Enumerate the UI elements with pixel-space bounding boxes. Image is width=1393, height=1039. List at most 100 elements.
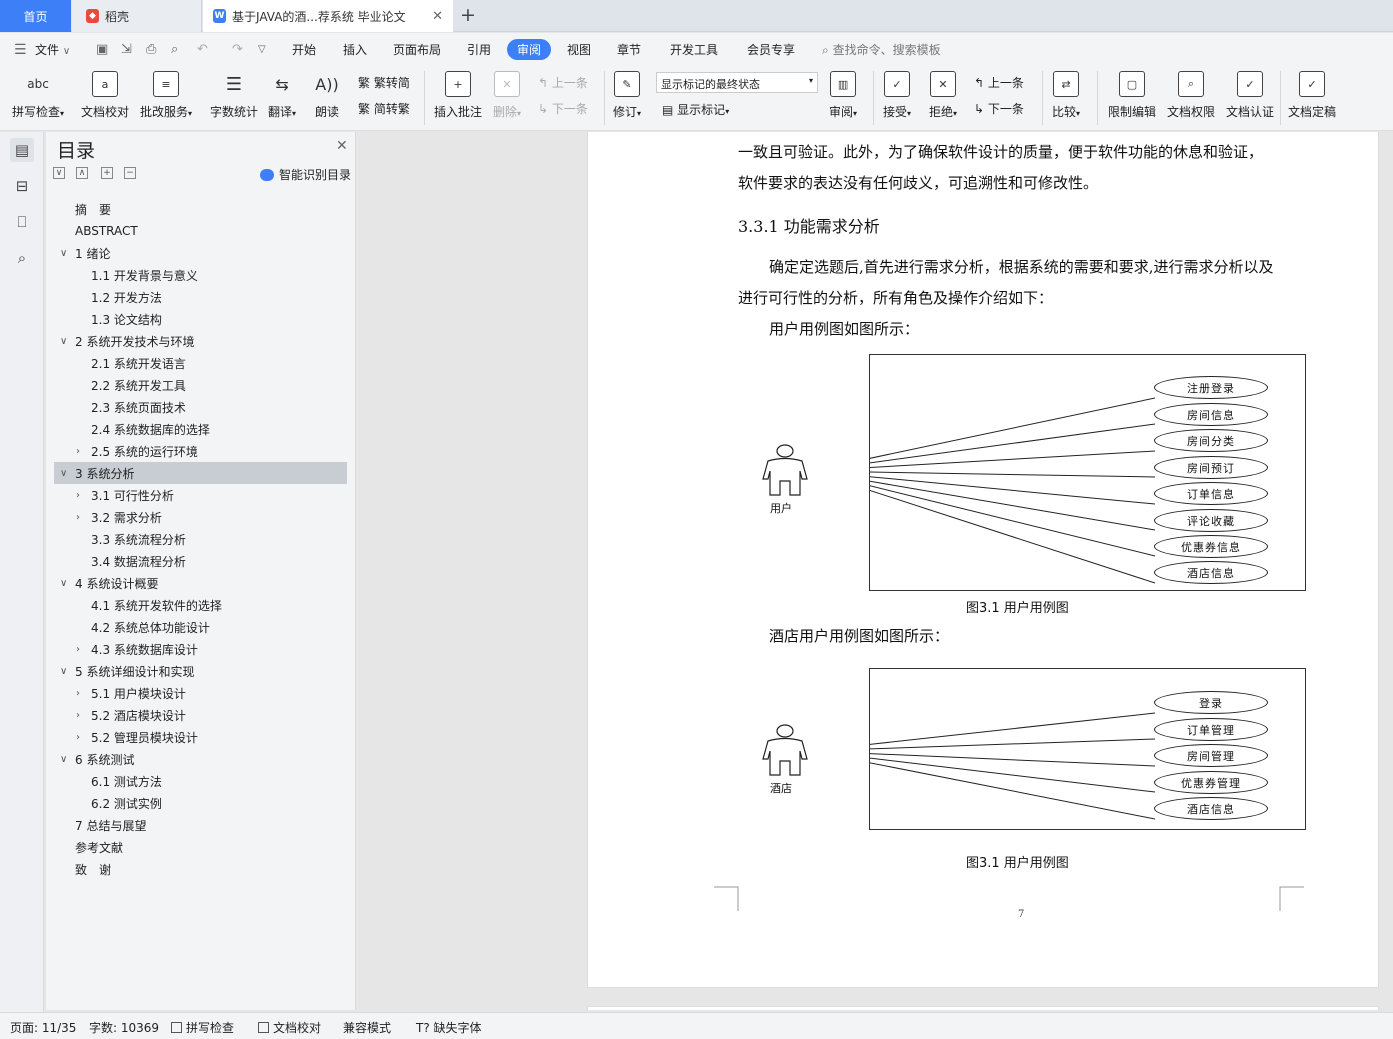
menu-section[interactable]: 章节 (617, 41, 641, 58)
toc-item[interactable]: 参考文献 (54, 836, 347, 858)
word-count-button[interactable]: ☰ 字数统计 (210, 71, 258, 120)
toc-item[interactable]: ∨ 5 系统详细设计和实现 (54, 660, 347, 682)
toc-item[interactable]: ABSTRACT (54, 220, 347, 242)
menu-insert[interactable]: 插入 (343, 41, 367, 58)
to-traditional-button[interactable]: 繁 繁转简 (358, 74, 410, 91)
menu-references[interactable]: 引用 (467, 41, 491, 58)
nav-pane-icon[interactable]: ⊟ (10, 174, 34, 198)
chevron-right-icon[interactable]: › (76, 644, 80, 655)
show-markup-button[interactable]: ▤ 显示标记▾ (662, 101, 729, 118)
toc-item[interactable]: 1.1 开发背景与意义 (54, 264, 347, 286)
chevron-right-icon[interactable]: › (76, 732, 80, 743)
batch-service-button[interactable]: ≡ 批改服务▾ (140, 71, 192, 120)
toc-item[interactable]: 摘 要 (54, 198, 347, 220)
menu-developer[interactable]: 开发工具 (670, 41, 718, 58)
toc-item[interactable]: ∨ 2 系统开发技术与环境 (54, 330, 347, 352)
doc-check-button[interactable]: a 文档校对 (81, 71, 129, 120)
menu-review[interactable]: 审阅 (507, 39, 552, 60)
chevron-down-icon[interactable]: ∨ (60, 754, 67, 765)
menu-page-layout[interactable]: 页面布局 (393, 41, 441, 58)
customize-icon[interactable]: ▽ (258, 44, 266, 55)
page-indicator[interactable]: 页面: 11/35 (10, 1019, 76, 1036)
redo-icon[interactable]: ↷ (232, 42, 243, 57)
toc-item[interactable]: 3.3 系统流程分析 (54, 528, 347, 550)
toc-item[interactable]: › 5.2 酒店模块设计 (54, 704, 347, 726)
print-preview-icon[interactable]: ⌕ (171, 42, 178, 57)
prev-change-button[interactable]: ↰ 上一条 (974, 74, 1024, 91)
status-doc-check[interactable]: 文档校对 (258, 1019, 321, 1036)
toc-panel-icon[interactable]: ▤ (10, 138, 34, 162)
next-change-button[interactable]: ↳ 下一条 (974, 100, 1024, 117)
accept-button[interactable]: ✓ 接受▾ (883, 71, 911, 120)
spellcheck-button[interactable]: abc 拼写检查▾ (12, 71, 64, 120)
print-icon[interactable]: ⎙ (146, 42, 156, 57)
translate-button[interactable]: ⇆ 翻译▾ (268, 71, 296, 120)
chevron-down-icon[interactable]: ∨ (60, 578, 67, 589)
add-tab-icon[interactable]: + (460, 4, 476, 26)
doc-finalize-button[interactable]: ✓ 文档定稿 (1288, 71, 1336, 120)
toc-item[interactable]: 2.4 系统数据库的选择 (54, 418, 347, 440)
toc-item[interactable]: › 5.2 管理员模块设计 (54, 726, 347, 748)
close-icon[interactable]: ✕ (432, 9, 443, 24)
command-search[interactable]: ⌕ 查找命令、搜索模板 (822, 41, 941, 58)
export-icon[interactable]: ⇲ (121, 42, 132, 57)
to-simplified-button[interactable]: 繁 简转繁 (358, 100, 410, 117)
hamburger-icon[interactable]: ☰ (14, 42, 27, 58)
tab-document[interactable]: W 基于JAVA的酒...荐系统 毕业论文 ✕ (203, 0, 453, 32)
toc-item[interactable]: ∨ 4 系统设计概要 (54, 572, 347, 594)
read-aloud-button[interactable]: A)) 朗读 (314, 71, 340, 120)
toc-item[interactable]: › 3.2 需求分析 (54, 506, 347, 528)
revise-button[interactable]: ✎ 修订▾ (613, 71, 641, 120)
toc-item[interactable]: 致 谢 (54, 858, 347, 880)
chevron-right-icon[interactable]: › (76, 490, 80, 501)
toc-item[interactable]: 6.2 测试实例 (54, 792, 347, 814)
reject-button[interactable]: ✕ 拒绝▾ (929, 71, 957, 120)
menu-start[interactable]: 开始 (292, 41, 316, 58)
toc-item[interactable]: 1.2 开发方法 (54, 286, 347, 308)
tab-home[interactable]: 首页 (0, 0, 71, 32)
toc-item[interactable]: 3.4 数据流程分析 (54, 550, 347, 572)
chevron-down-icon[interactable]: ∨ (60, 336, 67, 347)
toc-item[interactable]: 4.2 系统总体功能设计 (54, 616, 347, 638)
chevron-right-icon[interactable]: › (76, 446, 80, 457)
collapse-all-icon[interactable]: ∨ (53, 167, 65, 179)
remove-level-icon[interactable]: − (124, 167, 136, 179)
toc-item[interactable]: 2.2 系统开发工具 (54, 374, 347, 396)
search-icon[interactable]: ⌕ (10, 246, 34, 270)
chevron-down-icon[interactable]: ∨ (60, 248, 67, 259)
status-spellcheck[interactable]: 拼写检查 (171, 1019, 234, 1036)
prev-comment-button[interactable]: ↰ 上一条 (538, 74, 588, 91)
close-icon[interactable]: ✕ (336, 138, 348, 154)
doc-certify-button[interactable]: ✓ 文档认证 (1226, 71, 1274, 120)
toc-item[interactable]: ∨ 3 系统分析 (54, 462, 347, 484)
bookmark-icon[interactable]: ⎕ (10, 210, 34, 234)
toc-item[interactable]: 6.1 测试方法 (54, 770, 347, 792)
missing-font[interactable]: T? 缺失字体 (416, 1019, 482, 1036)
chevron-right-icon[interactable]: › (76, 512, 80, 523)
undo-icon[interactable]: ↶ (197, 42, 208, 57)
menu-file[interactable]: 文件 ∨ (35, 41, 70, 58)
tab-daoke[interactable]: ◆ 稻壳 (72, 0, 202, 32)
smart-toc-button[interactable]: 智能识别目录 (260, 166, 351, 183)
delete-comment-button[interactable]: ✕ 删除▾ (493, 71, 521, 120)
chevron-right-icon[interactable]: › (76, 710, 80, 721)
expand-all-icon[interactable]: ∧ (76, 167, 88, 179)
toc-item[interactable]: 7 总结与展望 (54, 814, 347, 836)
menu-member[interactable]: 会员专享 (747, 41, 795, 58)
toc-item[interactable]: 2.3 系统页面技术 (54, 396, 347, 418)
toc-item[interactable]: › 5.1 用户模块设计 (54, 682, 347, 704)
next-comment-button[interactable]: ↳ 下一条 (538, 100, 588, 117)
chevron-right-icon[interactable]: › (76, 688, 80, 699)
doc-permission-button[interactable]: ⌕ 文档权限 (1167, 71, 1215, 120)
toc-item[interactable]: › 3.1 可行性分析 (54, 484, 347, 506)
chevron-down-icon[interactable]: ∨ (60, 468, 67, 479)
toc-item[interactable]: 4.1 系统开发软件的选择 (54, 594, 347, 616)
chevron-down-icon[interactable]: ∨ (60, 666, 67, 677)
compare-button[interactable]: ⇄ 比较▾ (1052, 71, 1080, 120)
menu-view[interactable]: 视图 (567, 41, 591, 58)
toc-item[interactable]: › 2.5 系统的运行环境 (54, 440, 347, 462)
restrict-edit-button[interactable]: ▢ 限制编辑 (1108, 71, 1156, 120)
toc-item[interactable]: 2.1 系统开发语言 (54, 352, 347, 374)
toc-item[interactable]: ∨ 1 绪论 (54, 242, 347, 264)
add-level-icon[interactable]: + (101, 167, 113, 179)
